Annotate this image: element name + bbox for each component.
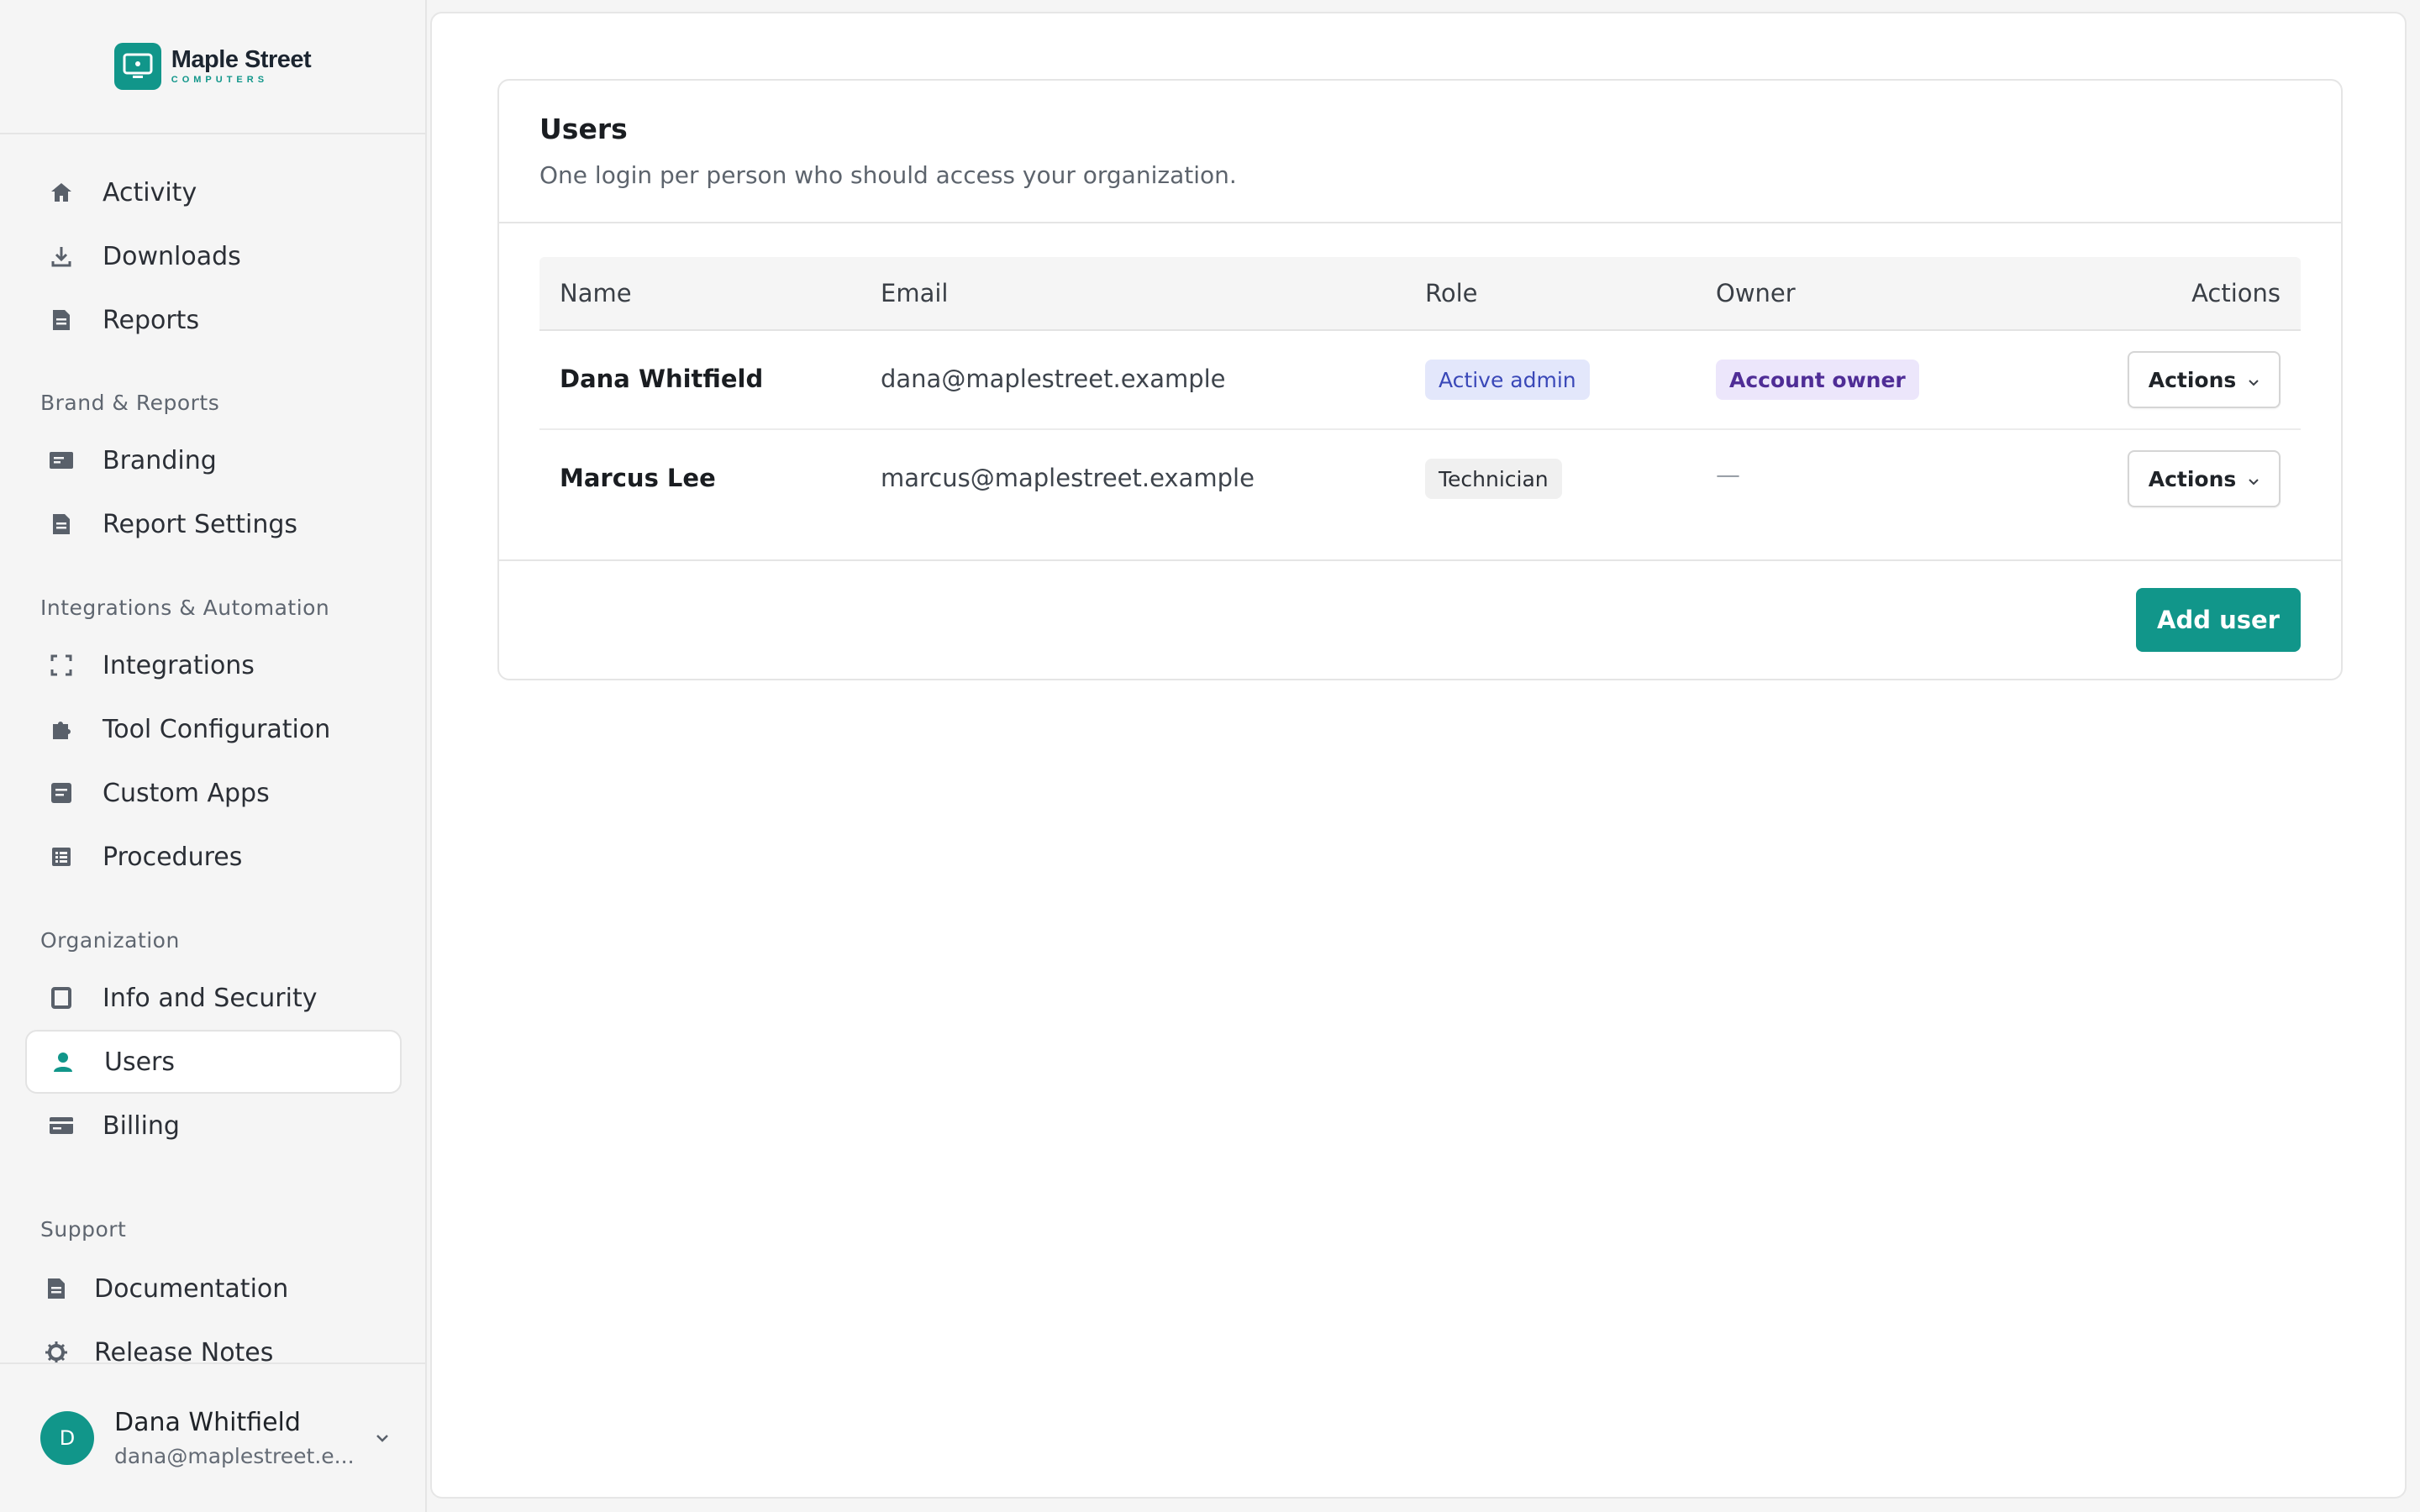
sidebar-item-branding[interactable]: Branding: [25, 428, 402, 492]
actions-dropdown-button[interactable]: Actions: [2128, 351, 2281, 408]
sidebar-item-label: Report Settings: [103, 509, 298, 539]
user-name: Dana Whitfield: [114, 1408, 301, 1437]
square-icon: [49, 985, 74, 1011]
sidebar-item-documentation[interactable]: Documentation: [25, 1257, 402, 1320]
actions-dropdown-button[interactable]: Actions: [2128, 450, 2281, 507]
user-name-cell: Marcus Lee: [560, 464, 716, 492]
sidebar-item-label: Reports: [103, 305, 200, 335]
sidebar-item-release-notes[interactable]: Release Notes: [25, 1320, 402, 1362]
document-icon: [44, 1276, 69, 1301]
user-email-cell: dana@maplestreet.example: [881, 365, 1226, 393]
chevron-down-icon[interactable]: [375, 1431, 390, 1446]
download-icon: [49, 244, 74, 269]
sidebar-item-report-settings[interactable]: Report Settings: [25, 492, 402, 556]
sidebar-item-info-and-security[interactable]: Info and Security: [25, 966, 402, 1030]
app-icon: [49, 780, 74, 806]
sidebar-item-reports[interactable]: Reports: [25, 288, 402, 352]
table-header: Name Email Role Owner Actions: [539, 257, 2301, 331]
actions-label: Actions: [2148, 466, 2237, 491]
role-badge: Technician: [1425, 459, 1562, 499]
column-header-actions: Actions: [2191, 279, 2281, 307]
puzzle-icon: [49, 717, 74, 742]
actions-label: Actions: [2148, 367, 2237, 392]
user-email: dana@maplestreet.e...: [114, 1444, 355, 1468]
sidebar-nav: Activity Downloads Reports Brand & Repor…: [0, 134, 425, 1362]
card-header: Users One login per person who should ac…: [499, 81, 2341, 223]
sidebar-item-billing[interactable]: Billing: [25, 1094, 402, 1158]
avatar: D: [40, 1411, 94, 1465]
card-footer: Add user: [499, 559, 2341, 679]
sidebar-item-label: Tool Configuration: [103, 714, 331, 744]
sidebar-item-label: Activity: [103, 177, 197, 207]
monitor-icon: [113, 43, 161, 90]
add-user-button[interactable]: Add user: [2136, 588, 2301, 652]
section-label-brand-reports: Brand & Reports: [40, 391, 220, 415]
sidebar-item-activity[interactable]: Activity: [25, 160, 402, 224]
user-icon: [50, 1049, 76, 1074]
sidebar-item-users[interactable]: Users: [25, 1030, 402, 1094]
role-badge: Active admin: [1425, 360, 1590, 400]
sidebar-item-procedures[interactable]: Procedures: [25, 825, 402, 889]
column-header-owner[interactable]: Owner: [1716, 279, 1796, 307]
section-label-support: Support: [40, 1217, 127, 1242]
list-icon: [49, 844, 74, 869]
sidebar-item-custom-apps[interactable]: Custom Apps: [25, 761, 402, 825]
main-panel: Users One login per person who should ac…: [430, 12, 2407, 1499]
sidebar-item-label: Users: [104, 1047, 176, 1077]
sidebar-item-label: Branding: [103, 445, 217, 475]
card-icon: [49, 448, 74, 473]
user-email-cell: marcus@maplestreet.example: [881, 464, 1255, 492]
integrations-icon: [49, 653, 74, 678]
sidebar-item-integrations[interactable]: Integrations: [25, 633, 402, 697]
gear-icon: [44, 1340, 69, 1362]
column-header-role[interactable]: Role: [1425, 279, 1478, 307]
brand-header: Maple Street COMPUTERS: [0, 0, 425, 134]
sidebar-item-label: Billing: [103, 1110, 180, 1141]
sidebar-item-label: Documentation: [94, 1273, 289, 1304]
column-header-email[interactable]: Email: [881, 279, 948, 307]
sidebar-item-label: Custom Apps: [103, 778, 270, 808]
section-label-integrations: Integrations & Automation: [40, 596, 330, 620]
sidebar-item-tool-configuration[interactable]: Tool Configuration: [25, 697, 402, 761]
home-icon: [49, 180, 74, 205]
page-subtitle: One login per person who should access y…: [539, 161, 1237, 189]
chevron-down-icon: [2248, 368, 2260, 392]
chevron-down-icon: [2248, 467, 2260, 491]
owner-badge: Account owner: [1716, 360, 1919, 400]
brand-name: Maple Street: [171, 46, 312, 73]
sidebar-item-label: Info and Security: [103, 983, 318, 1013]
user-name-cell: Dana Whitfield: [560, 365, 764, 393]
sidebar-item-label: Integrations: [103, 650, 255, 680]
user-menu[interactable]: D Dana Whitfield dana@maplestreet.e...: [0, 1362, 425, 1512]
users-card: Users One login per person who should ac…: [497, 79, 2343, 680]
sidebar-item-label: Downloads: [103, 241, 241, 271]
sidebar-item-downloads[interactable]: Downloads: [25, 224, 402, 288]
document-icon: [49, 307, 74, 333]
owner-empty: —: [1716, 460, 1740, 489]
logo[interactable]: Maple Street COMPUTERS: [113, 43, 312, 90]
page-title: Users: [539, 113, 628, 145]
brand-tagline: COMPUTERS: [171, 75, 269, 85]
document-icon: [49, 512, 74, 537]
sidebar-item-label: Release Notes: [94, 1337, 274, 1363]
sidebar-item-label: Procedures: [103, 842, 243, 872]
credit-card-icon: [49, 1113, 74, 1138]
section-label-organization: Organization: [40, 928, 180, 953]
column-header-name[interactable]: Name: [560, 279, 632, 307]
table-row: Marcus Lee marcus@maplestreet.example Te…: [539, 430, 2301, 529]
sidebar: Maple Street COMPUTERS Activity Download…: [0, 0, 427, 1512]
table-row: Dana Whitfield dana@maplestreet.example …: [539, 331, 2301, 430]
